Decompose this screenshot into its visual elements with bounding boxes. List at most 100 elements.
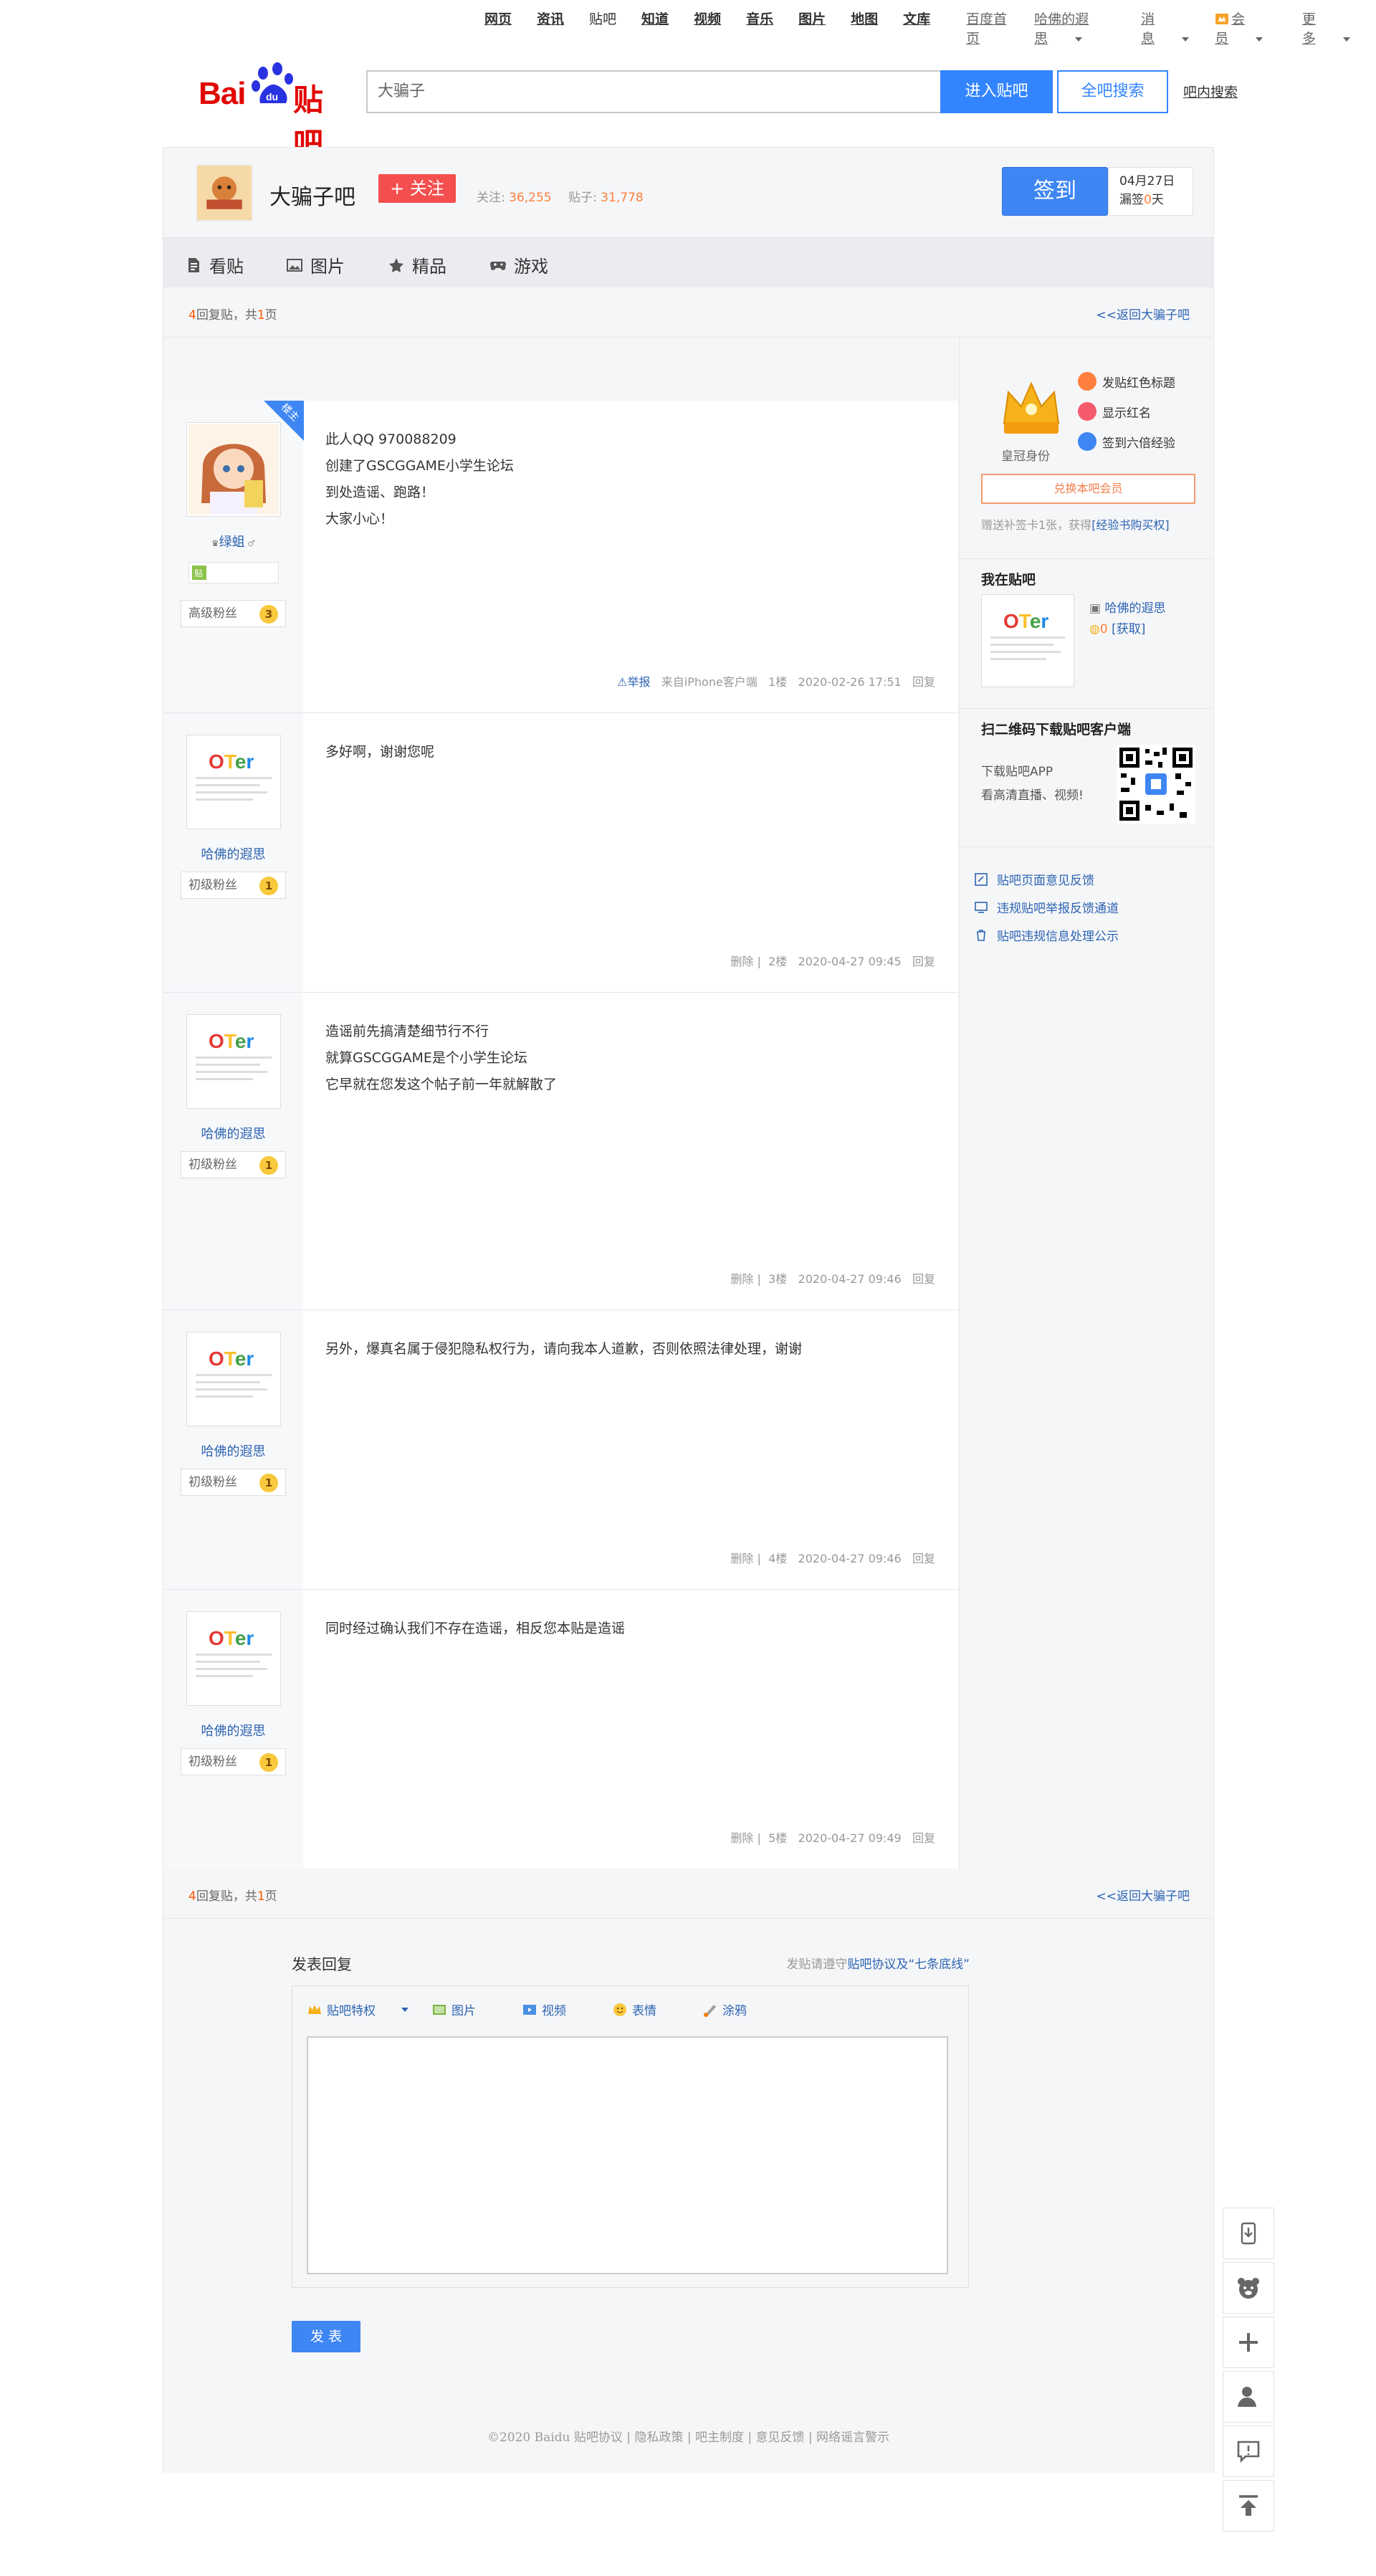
- enter-forum-button[interactable]: 进入贴吧: [940, 70, 1053, 113]
- download-icon: [1241, 2222, 1256, 2245]
- my-username-text: 哈佛的遐思: [1104, 601, 1166, 616]
- post-author-panel: OTer 哈佛的遐思 初级粉丝 1: [163, 1590, 303, 1869]
- username[interactable]: 哈佛的遐思: [163, 1721, 303, 1740]
- exp-book-link[interactable]: [经验书购买权]: [1091, 518, 1170, 532]
- follow-button[interactable]: + 关注: [378, 174, 456, 203]
- nav-messages[interactable]: 消息: [1141, 9, 1190, 47]
- reply-textarea[interactable]: [307, 2036, 948, 2274]
- avatar[interactable]: OTer: [186, 1014, 281, 1109]
- delete-link[interactable]: 删除: [730, 1831, 753, 1845]
- avatar[interactable]: OTer: [186, 735, 281, 829]
- nav-link-map[interactable]: 地图: [851, 9, 878, 28]
- username[interactable]: 哈佛的遐思: [163, 1441, 303, 1460]
- download-app-button[interactable]: [1223, 2208, 1274, 2259]
- delete-link[interactable]: 删除: [730, 955, 753, 968]
- sign-in-button[interactable]: 签到: [1002, 167, 1108, 216]
- svg-text:OTer: OTer: [209, 1030, 254, 1052]
- nav-link-video[interactable]: 视频: [694, 9, 721, 28]
- reply-link[interactable]: 回复: [912, 1831, 935, 1845]
- nav-link-zhidao[interactable]: 知道: [641, 9, 669, 28]
- post-line: 到处造谣、跑路！: [325, 485, 435, 500]
- perk-label: 显示红名: [1102, 406, 1151, 421]
- search-all-button[interactable]: 全吧搜索: [1057, 70, 1168, 113]
- nav-link-tieba[interactable]: 贴吧: [589, 9, 616, 28]
- baidu-tieba-logo[interactable]: Bai du 贴吧: [199, 59, 346, 161]
- fan-level-badge[interactable]: 初级粉丝 1: [181, 1469, 286, 1496]
- nav-link-music[interactable]: 音乐: [746, 9, 773, 28]
- feedback-button[interactable]: [1223, 2425, 1274, 2477]
- violation-notice-link[interactable]: 贴吧违规信息处理公示: [974, 926, 1119, 944]
- delete-link[interactable]: 删除: [730, 1272, 753, 1286]
- footer: ©2020 Baidu 贴吧协议 | 隐私政策 | 吧主制度 | 意见反馈 | …: [487, 2430, 890, 2445]
- submit-reply-button[interactable]: 发 表: [292, 2321, 360, 2352]
- new-post-button[interactable]: [1223, 2317, 1274, 2368]
- nav-link-news[interactable]: 资讯: [537, 9, 564, 28]
- reply-link[interactable]: 回复: [912, 1272, 935, 1286]
- report-link[interactable]: ⚠举报: [617, 675, 650, 689]
- fan-level-number: 1: [259, 1753, 278, 1772]
- client-source[interactable]: 来自iPhone客户端: [661, 675, 758, 689]
- forum-stats: 关注: 36,255 贴子: 31,778: [477, 187, 656, 205]
- nav-link-web[interactable]: 网页: [484, 9, 512, 28]
- top-icon: [1239, 2495, 1258, 2516]
- chevron-down-icon: [1075, 37, 1083, 42]
- forum-avatar[interactable]: [196, 164, 253, 221]
- toolbar-doodle[interactable]: 涂鸦: [702, 2000, 770, 2018]
- fan-level-badge[interactable]: 高级粉丝 3: [181, 600, 286, 627]
- search-inside-forum-link[interactable]: 吧内搜索: [1183, 82, 1238, 101]
- delete-link[interactable]: 删除: [730, 1552, 753, 1565]
- reply-link[interactable]: 回复: [912, 955, 935, 968]
- back-to-top-button[interactable]: [1223, 2480, 1274, 2532]
- post-line: 多好啊，谢谢您呢: [325, 744, 435, 760]
- reply-link[interactable]: 回复: [912, 675, 935, 689]
- report-channel-link[interactable]: 违规贴吧举报反馈通道: [974, 898, 1119, 916]
- toolbar-privilege[interactable]: 贴吧特权: [307, 2000, 408, 2018]
- fan-level-label: 初级粉丝: [188, 1755, 237, 1769]
- qr-description: 下载贴吧APP 看高清直播、视频!: [981, 760, 1084, 808]
- search-input[interactable]: 大骗子: [366, 70, 940, 113]
- toolbar-video[interactable]: 视频: [522, 2000, 589, 2018]
- page-feedback-link[interactable]: 贴吧页面意见反馈: [974, 870, 1094, 888]
- gender-icon: ♂: [244, 538, 256, 548]
- tab-games[interactable]: 游戏: [489, 252, 548, 277]
- exchange-membership-button[interactable]: 兑换本吧会员: [981, 474, 1195, 504]
- user-center-button[interactable]: [1223, 2371, 1274, 2423]
- get-coins-link[interactable]: [获取]: [1112, 622, 1145, 636]
- forum-name[interactable]: 大骗子吧: [269, 179, 355, 211]
- back-to-forum-link[interactable]: <<返回大骗子吧: [1096, 305, 1190, 323]
- avatar[interactable]: OTer: [186, 1332, 281, 1426]
- divider: [960, 708, 1214, 709]
- my-avatar[interactable]: OTer: [981, 594, 1074, 687]
- post-time: 2020-04-27 09:49: [798, 1831, 902, 1845]
- top-nav-user: 百度首页 哈佛的遐思 消息 会员 更多: [966, 9, 1376, 47]
- nav-link-images[interactable]: 图片: [798, 9, 826, 28]
- nav-link-baidu-home[interactable]: 百度首页: [966, 9, 1010, 47]
- username[interactable]: ♛绿蛆 ♂: [163, 532, 303, 550]
- nav-more[interactable]: 更多: [1302, 9, 1352, 47]
- toolbar-label: 涂鸦: [722, 2004, 747, 2018]
- post-meta: 删除 | 4楼 2020-04-27 09:46 回复: [730, 1552, 935, 1565]
- mascot-button[interactable]: [1223, 2262, 1274, 2314]
- username[interactable]: 哈佛的遐思: [163, 844, 303, 863]
- divider: [960, 558, 1214, 559]
- nav-member[interactable]: 会员: [1215, 9, 1278, 47]
- sign-in-info: 04月27日 漏签0天: [1109, 167, 1193, 216]
- avatar[interactable]: OTer: [186, 1611, 281, 1706]
- back-to-forum-link[interactable]: <<返回大骗子吧: [1096, 1886, 1190, 1904]
- perk-label: 签到六倍经验: [1102, 436, 1175, 451]
- username[interactable]: 哈佛的遐思: [163, 1124, 303, 1142]
- tab-posts[interactable]: 看贴: [185, 252, 244, 277]
- fan-level-badge[interactable]: 初级粉丝 1: [181, 872, 286, 899]
- reply-link[interactable]: 回复: [912, 1552, 935, 1565]
- nav-user-menu[interactable]: 哈佛的遐思: [1034, 9, 1117, 47]
- reply-editor: 贴吧特权 图片 视频 表情 涂鸦: [292, 1985, 969, 2288]
- toolbar-image[interactable]: 图片: [431, 2000, 499, 2018]
- nav-link-wenku[interactable]: 文库: [903, 9, 930, 28]
- reply-rule-link[interactable]: 贴吧协议及“七条底线”: [847, 1957, 970, 1972]
- toolbar-emoji[interactable]: 表情: [612, 2000, 679, 2018]
- tab-images[interactable]: 图片: [286, 252, 345, 277]
- my-username[interactable]: ▣ 哈佛的遐思: [1089, 598, 1165, 616]
- fan-level-badge[interactable]: 初级粉丝 1: [181, 1748, 286, 1775]
- tab-featured[interactable]: 精品: [388, 252, 446, 277]
- fan-level-badge[interactable]: 初级粉丝 1: [181, 1151, 286, 1178]
